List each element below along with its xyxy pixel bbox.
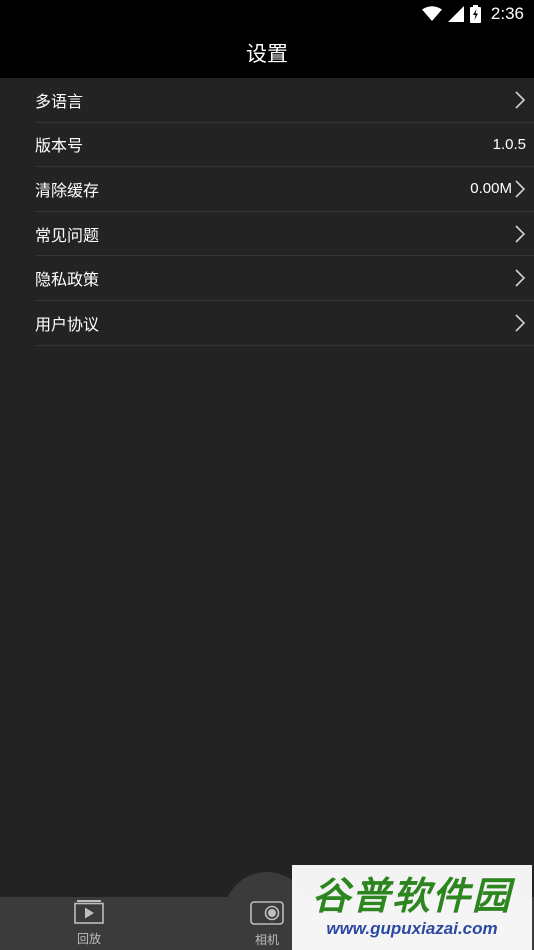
settings-item-user-agreement[interactable]: 用户协议 <box>35 301 534 346</box>
settings-item-version: 版本号 1.0.5 <box>35 123 534 168</box>
settings-item-label: 隐私政策 <box>35 270 100 290</box>
nav-label-playback: 回放 <box>76 932 101 946</box>
settings-item-label: 多语言 <box>35 91 84 111</box>
settings-item-right <box>514 256 526 300</box>
nav-label-camera: 相机 <box>254 933 279 947</box>
settings-item-language[interactable]: 多语言 <box>35 78 534 123</box>
nav-item-playback[interactable]: 回放 <box>29 897 149 950</box>
status-time: 2:36 <box>490 4 524 23</box>
app-header: 设置 <box>0 28 534 78</box>
settings-item-label: 清除缓存 <box>35 180 100 200</box>
battery-charging-icon <box>469 5 481 23</box>
chevron-right-icon <box>514 224 526 244</box>
settings-item-right <box>514 301 526 345</box>
playback-icon <box>74 900 104 928</box>
settings-list: 多语言 版本号 1.0.5 清除缓存 0.00M 常见问题 隐私政策 用户协议 <box>0 78 534 346</box>
version-value: 1.0.5 <box>492 135 526 153</box>
cell-signal-icon <box>447 6 464 22</box>
chevron-right-icon <box>514 268 526 288</box>
settings-item-right: 1.0.5 <box>493 123 526 167</box>
settings-item-clear-cache[interactable]: 清除缓存 0.00M <box>35 167 534 212</box>
settings-item-right <box>514 212 526 256</box>
settings-item-label: 常见问题 <box>35 225 100 245</box>
chevron-right-icon <box>514 313 526 333</box>
watermark-title: 谷普软件园 <box>311 873 512 918</box>
settings-item-label: 用户协议 <box>35 314 100 334</box>
page-title: 设置 <box>246 42 288 66</box>
cache-size-value: 0.00M <box>470 180 512 198</box>
chevron-right-icon <box>514 179 526 199</box>
camera-icon <box>250 899 284 929</box>
settings-item-right <box>514 78 526 122</box>
chevron-right-icon <box>514 90 526 110</box>
settings-item-faq[interactable]: 常见问题 <box>35 212 534 257</box>
settings-item-right: 0.00M <box>470 167 526 211</box>
status-bar: 2:36 <box>0 0 534 28</box>
settings-item-privacy-policy[interactable]: 隐私政策 <box>35 256 534 301</box>
settings-screen: 2:36 设置 多语言 版本号 1.0.5 清除缓存 0.00M 常见问题 隐私… <box>0 0 534 950</box>
watermark-logo: 谷普软件园 www.gupuxiazai.com <box>292 865 532 950</box>
settings-item-label: 版本号 <box>35 136 84 156</box>
watermark-url: www.gupuxiazai.com <box>326 918 498 938</box>
wifi-icon <box>421 6 442 22</box>
